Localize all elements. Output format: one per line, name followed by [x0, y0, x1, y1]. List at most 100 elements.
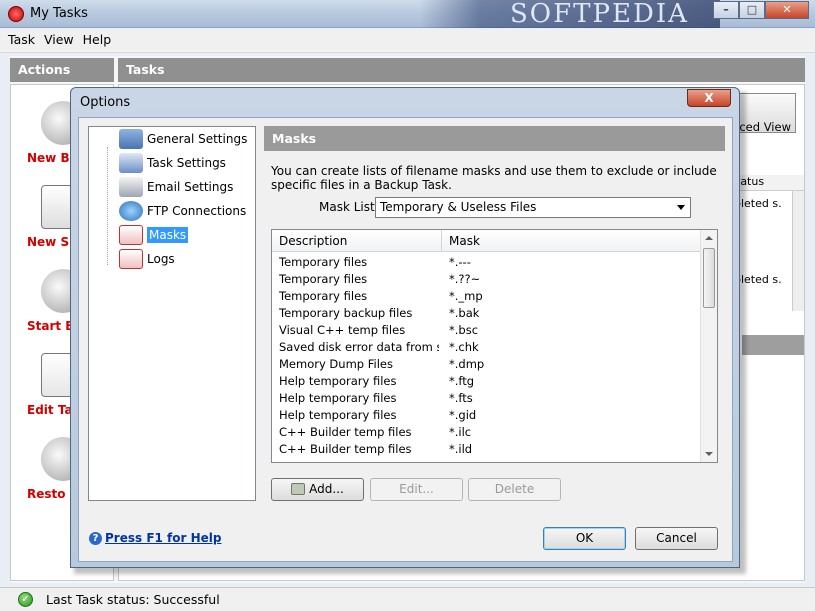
- globe-icon: [119, 201, 143, 221]
- tree-item-ftp-connections[interactable]: FTP Connections: [119, 201, 247, 221]
- tree-item-masks[interactable]: Masks: [119, 225, 189, 245]
- task-icon: [119, 153, 143, 173]
- table-row[interactable]: Temporary backup files *.bak: [272, 305, 702, 322]
- options-dialog: Options X General Settings Task Settings…: [70, 87, 740, 568]
- mask-description: Saved disk error data from scan...: [279, 340, 439, 354]
- mask-icon: [119, 225, 143, 245]
- add-button[interactable]: Add...: [271, 478, 364, 501]
- cancel-button[interactable]: Cancel: [635, 527, 718, 550]
- tree-item-label: General Settings: [147, 132, 248, 146]
- mask-pattern: *.gid: [449, 408, 477, 422]
- add-icon: [291, 483, 306, 495]
- mask-list-value: Temporary & Useless Files: [380, 200, 537, 214]
- table-row[interactable]: Help temporary files *.fts: [272, 390, 702, 407]
- table-row[interactable]: Help temporary files *.ftg: [272, 373, 702, 390]
- table-row[interactable]: Help temporary files *.gid: [272, 407, 702, 424]
- menu-bar: Task View Help: [0, 29, 815, 53]
- mask-description: Help temporary files: [279, 391, 397, 405]
- help-link-text[interactable]: Press F1 for Help: [105, 531, 221, 545]
- email-icon: [119, 177, 143, 197]
- column-description[interactable]: Description: [279, 234, 347, 248]
- close-button[interactable]: ✕: [765, 1, 809, 19]
- table-row[interactable]: Temporary files *._mp: [272, 288, 702, 305]
- table-row[interactable]: Saved disk error data from scan... *.chk: [272, 339, 702, 356]
- app-icon: [8, 6, 24, 22]
- table-row[interactable]: Memory Dump Files *.dmp: [272, 356, 702, 373]
- table-row[interactable]: C++ Builder temp files *.ild: [272, 441, 702, 458]
- table-row[interactable]: Temporary files *.??~: [272, 271, 702, 288]
- dialog-close-button[interactable]: X: [687, 89, 731, 107]
- gear-icon: [119, 129, 143, 149]
- mask-pattern: *.ftg: [449, 374, 475, 388]
- mask-pattern: *.chk: [449, 340, 479, 354]
- tree-item-label: Masks: [147, 227, 189, 243]
- masks-list: Description Mask Temporary files *.--- Tem…: [271, 229, 718, 463]
- mask-pattern: *.??~: [449, 272, 481, 286]
- mask-description: Temporary backup files: [279, 306, 413, 320]
- menu-task[interactable]: Task: [0, 29, 41, 47]
- dialog-title: Options: [80, 95, 131, 110]
- background-watermark: SOFTPEDIA: [420, 0, 720, 28]
- mask-pattern: *._mp: [449, 289, 483, 303]
- mask-description: Temporary files: [279, 289, 368, 303]
- add-button-label: Add...: [309, 482, 344, 496]
- table-row[interactable]: C++ Builder temp files *.ilc: [272, 424, 702, 441]
- edit-button[interactable]: Edit...: [370, 478, 463, 501]
- maximize-button[interactable]: □: [739, 1, 765, 19]
- mask-pattern: *.bsc: [449, 323, 479, 337]
- mask-list-dropdown[interactable]: Temporary & Useless Files: [375, 197, 691, 218]
- masks-scrollbar[interactable]: [700, 230, 717, 462]
- tree-item-email-settings[interactable]: Email Settings: [119, 177, 234, 197]
- delete-button[interactable]: Delete: [468, 478, 561, 501]
- tree-item-task-settings[interactable]: Task Settings: [119, 153, 226, 173]
- mask-pattern: *.---: [449, 255, 471, 269]
- mask-description: C++ Builder temp files: [279, 442, 412, 456]
- ok-button[interactable]: OK: [543, 527, 626, 550]
- mask-list-label: Mask List:: [319, 200, 379, 214]
- options-tree: General Settings Task Settings Email Set…: [88, 126, 256, 501]
- mask-description: Temporary files: [279, 255, 368, 269]
- table-row[interactable]: Visual C++ temp files *.bsc: [272, 322, 702, 339]
- help-icon: ?: [89, 531, 102, 545]
- title-bar: My Tasks SOFTPEDIA – □ ✕: [0, 0, 815, 28]
- mask-description: Temporary files: [279, 272, 368, 286]
- section-header: Masks: [264, 126, 725, 151]
- mask-description: C++ Builder temp files: [279, 425, 412, 439]
- menu-view[interactable]: View: [41, 29, 80, 47]
- table-row[interactable]: Temporary files *.---: [272, 254, 702, 271]
- column-separator[interactable]: [441, 230, 442, 252]
- mask-description: Memory Dump Files: [279, 357, 393, 371]
- mask-description: Visual C++ temp files: [279, 323, 406, 337]
- scroll-down-icon[interactable]: [705, 452, 713, 456]
- masks-list-rows: Temporary files *.--- Temporary files *.??~…: [272, 254, 702, 458]
- mask-description: Help temporary files: [279, 408, 397, 422]
- success-icon: ✓: [18, 592, 33, 607]
- minimize-button[interactable]: –: [713, 1, 739, 19]
- menu-help[interactable]: Help: [80, 29, 118, 47]
- mask-pattern: *.fts: [449, 391, 473, 405]
- tree-item-label: Task Settings: [147, 156, 226, 170]
- tree-item-label: FTP Connections: [147, 204, 247, 218]
- tree-item-general-settings[interactable]: General Settings: [119, 129, 248, 149]
- dialog-body: General Settings Task Settings Email Set…: [78, 117, 733, 562]
- mask-description: Help temporary files: [279, 374, 397, 388]
- status-text: Last Task status: Successful: [46, 592, 220, 607]
- tasks-scrollbar[interactable]: [792, 191, 804, 311]
- tree-connector: [107, 147, 108, 265]
- tree-item-label: Email Settings: [147, 180, 234, 194]
- tree-item-label: Logs: [147, 252, 175, 266]
- scrollbar-thumb[interactable]: [703, 248, 715, 308]
- mask-pattern: *.ilc: [449, 425, 472, 439]
- tasks-divider: [742, 335, 804, 355]
- tasks-header: Tasks: [118, 58, 805, 82]
- actions-header: Actions: [10, 58, 114, 82]
- masks-list-header: Description Mask: [272, 230, 702, 252]
- column-mask[interactable]: Mask: [449, 234, 480, 248]
- mask-pattern: *.bak: [449, 306, 480, 320]
- mask-pattern: *.dmp: [449, 357, 485, 371]
- log-icon: [119, 249, 143, 269]
- tree-item-logs[interactable]: Logs: [119, 249, 175, 269]
- scroll-up-icon[interactable]: [705, 236, 713, 240]
- help-link[interactable]: ? Press F1 for Help: [89, 531, 221, 545]
- section-description: You can create lists of filename masks a…: [271, 164, 717, 192]
